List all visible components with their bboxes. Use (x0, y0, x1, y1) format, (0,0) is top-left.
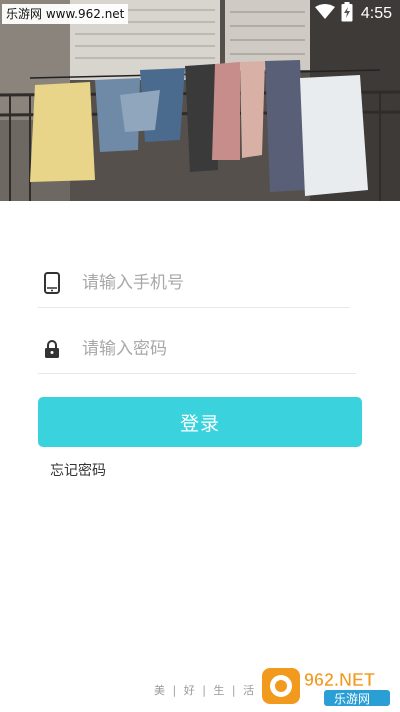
phone-icon (40, 271, 64, 295)
password-input[interactable] (82, 338, 332, 359)
lock-icon (40, 337, 64, 361)
laundry-illustration (0, 0, 400, 201)
password-field-row (38, 324, 356, 374)
footer-slogan: 美 | 好 | 生 | 活 (154, 684, 257, 697)
phone-input[interactable] (82, 272, 332, 293)
battery-icon (341, 2, 353, 26)
forgot-password-link[interactable]: 忘记密码 (50, 460, 106, 480)
wifi-icon (314, 4, 335, 24)
watermark-brand: 962.NET (304, 670, 375, 690)
watermark-bottom: 962.NET 乐游网 (262, 662, 394, 708)
phone-field-row (38, 258, 350, 308)
watermark-top: 乐游网 www.962.net (2, 4, 129, 24)
watermark-sub: 乐游网 (334, 692, 370, 706)
header-photo (0, 0, 400, 201)
watermark-logo: 962.NET 乐游网 (262, 668, 390, 706)
status-time: 4:55 (360, 5, 392, 22)
login-button[interactable]: 登录 (38, 397, 362, 447)
